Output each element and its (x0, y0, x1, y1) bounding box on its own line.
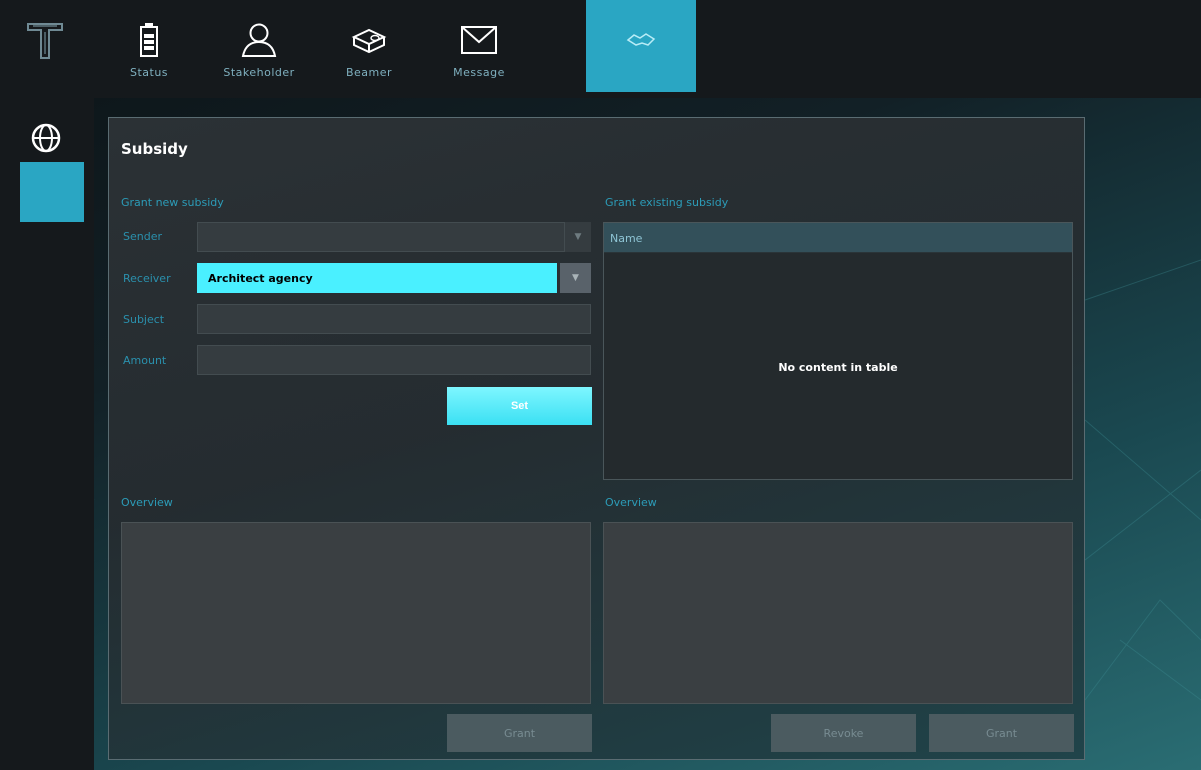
overview-left-label: Overview (121, 496, 173, 509)
subject-input[interactable] (197, 304, 591, 334)
person-icon (239, 20, 279, 60)
app-logo-icon (18, 14, 72, 68)
battery-icon (140, 20, 158, 60)
sender-label: Sender (123, 230, 162, 243)
receiver-dropdown[interactable]: Architect agency (197, 263, 557, 293)
tab-message[interactable]: Message (424, 0, 534, 92)
panel-title: Subsidy (121, 140, 188, 158)
sidebar-item-active[interactable] (20, 162, 84, 222)
grant-left-button[interactable]: Grant (447, 714, 592, 752)
grant-existing-label: Grant existing subsidy (605, 196, 729, 209)
tab-status-label: Status (129, 66, 169, 79)
envelope-icon (460, 20, 498, 60)
tab-message-label: Message (453, 66, 505, 79)
grant-new-label: Grant new subsidy (121, 196, 224, 209)
existing-subsidy-table[interactable]: Name No content in table (603, 222, 1073, 480)
amount-input[interactable] (197, 345, 591, 375)
overview-right-label: Overview (605, 496, 657, 509)
table-empty-message: No content in table (778, 361, 898, 374)
sender-dropdown[interactable] (197, 222, 565, 252)
left-sidebar (0, 0, 94, 770)
set-button[interactable]: Set (447, 387, 592, 425)
grant-right-button[interactable]: Grant (929, 714, 1074, 752)
amount-label: Amount (123, 354, 167, 367)
receiver-chevron-down-icon[interactable]: ▼ (558, 263, 591, 293)
tab-status[interactable]: Status (94, 0, 204, 92)
overview-right-box[interactable] (603, 522, 1073, 704)
receiver-label: Receiver (123, 272, 171, 285)
subject-label: Subject (123, 313, 165, 326)
projector-icon (351, 20, 387, 60)
tab-beamer[interactable]: Beamer (314, 0, 424, 92)
revoke-button[interactable]: Revoke (771, 714, 916, 752)
subsidy-panel: Subsidy Grant new subsidy Sender ▼ Recei… (108, 117, 1085, 760)
handshake-icon (626, 20, 656, 60)
column-header-name[interactable]: Name (604, 223, 1072, 253)
tab-stakeholder[interactable]: Stakeholder (204, 0, 314, 92)
top-navigation: Status Stakeholder Beamer Message (94, 0, 1201, 98)
overview-left-box[interactable] (121, 522, 591, 704)
globe-icon[interactable] (28, 120, 64, 156)
tab-stakeholder-label: Stakeholder (223, 66, 295, 79)
tab-beamer-label: Beamer (345, 66, 393, 79)
tab-subsidy[interactable] (586, 0, 696, 92)
sender-chevron-down-icon[interactable]: ▼ (565, 222, 591, 252)
